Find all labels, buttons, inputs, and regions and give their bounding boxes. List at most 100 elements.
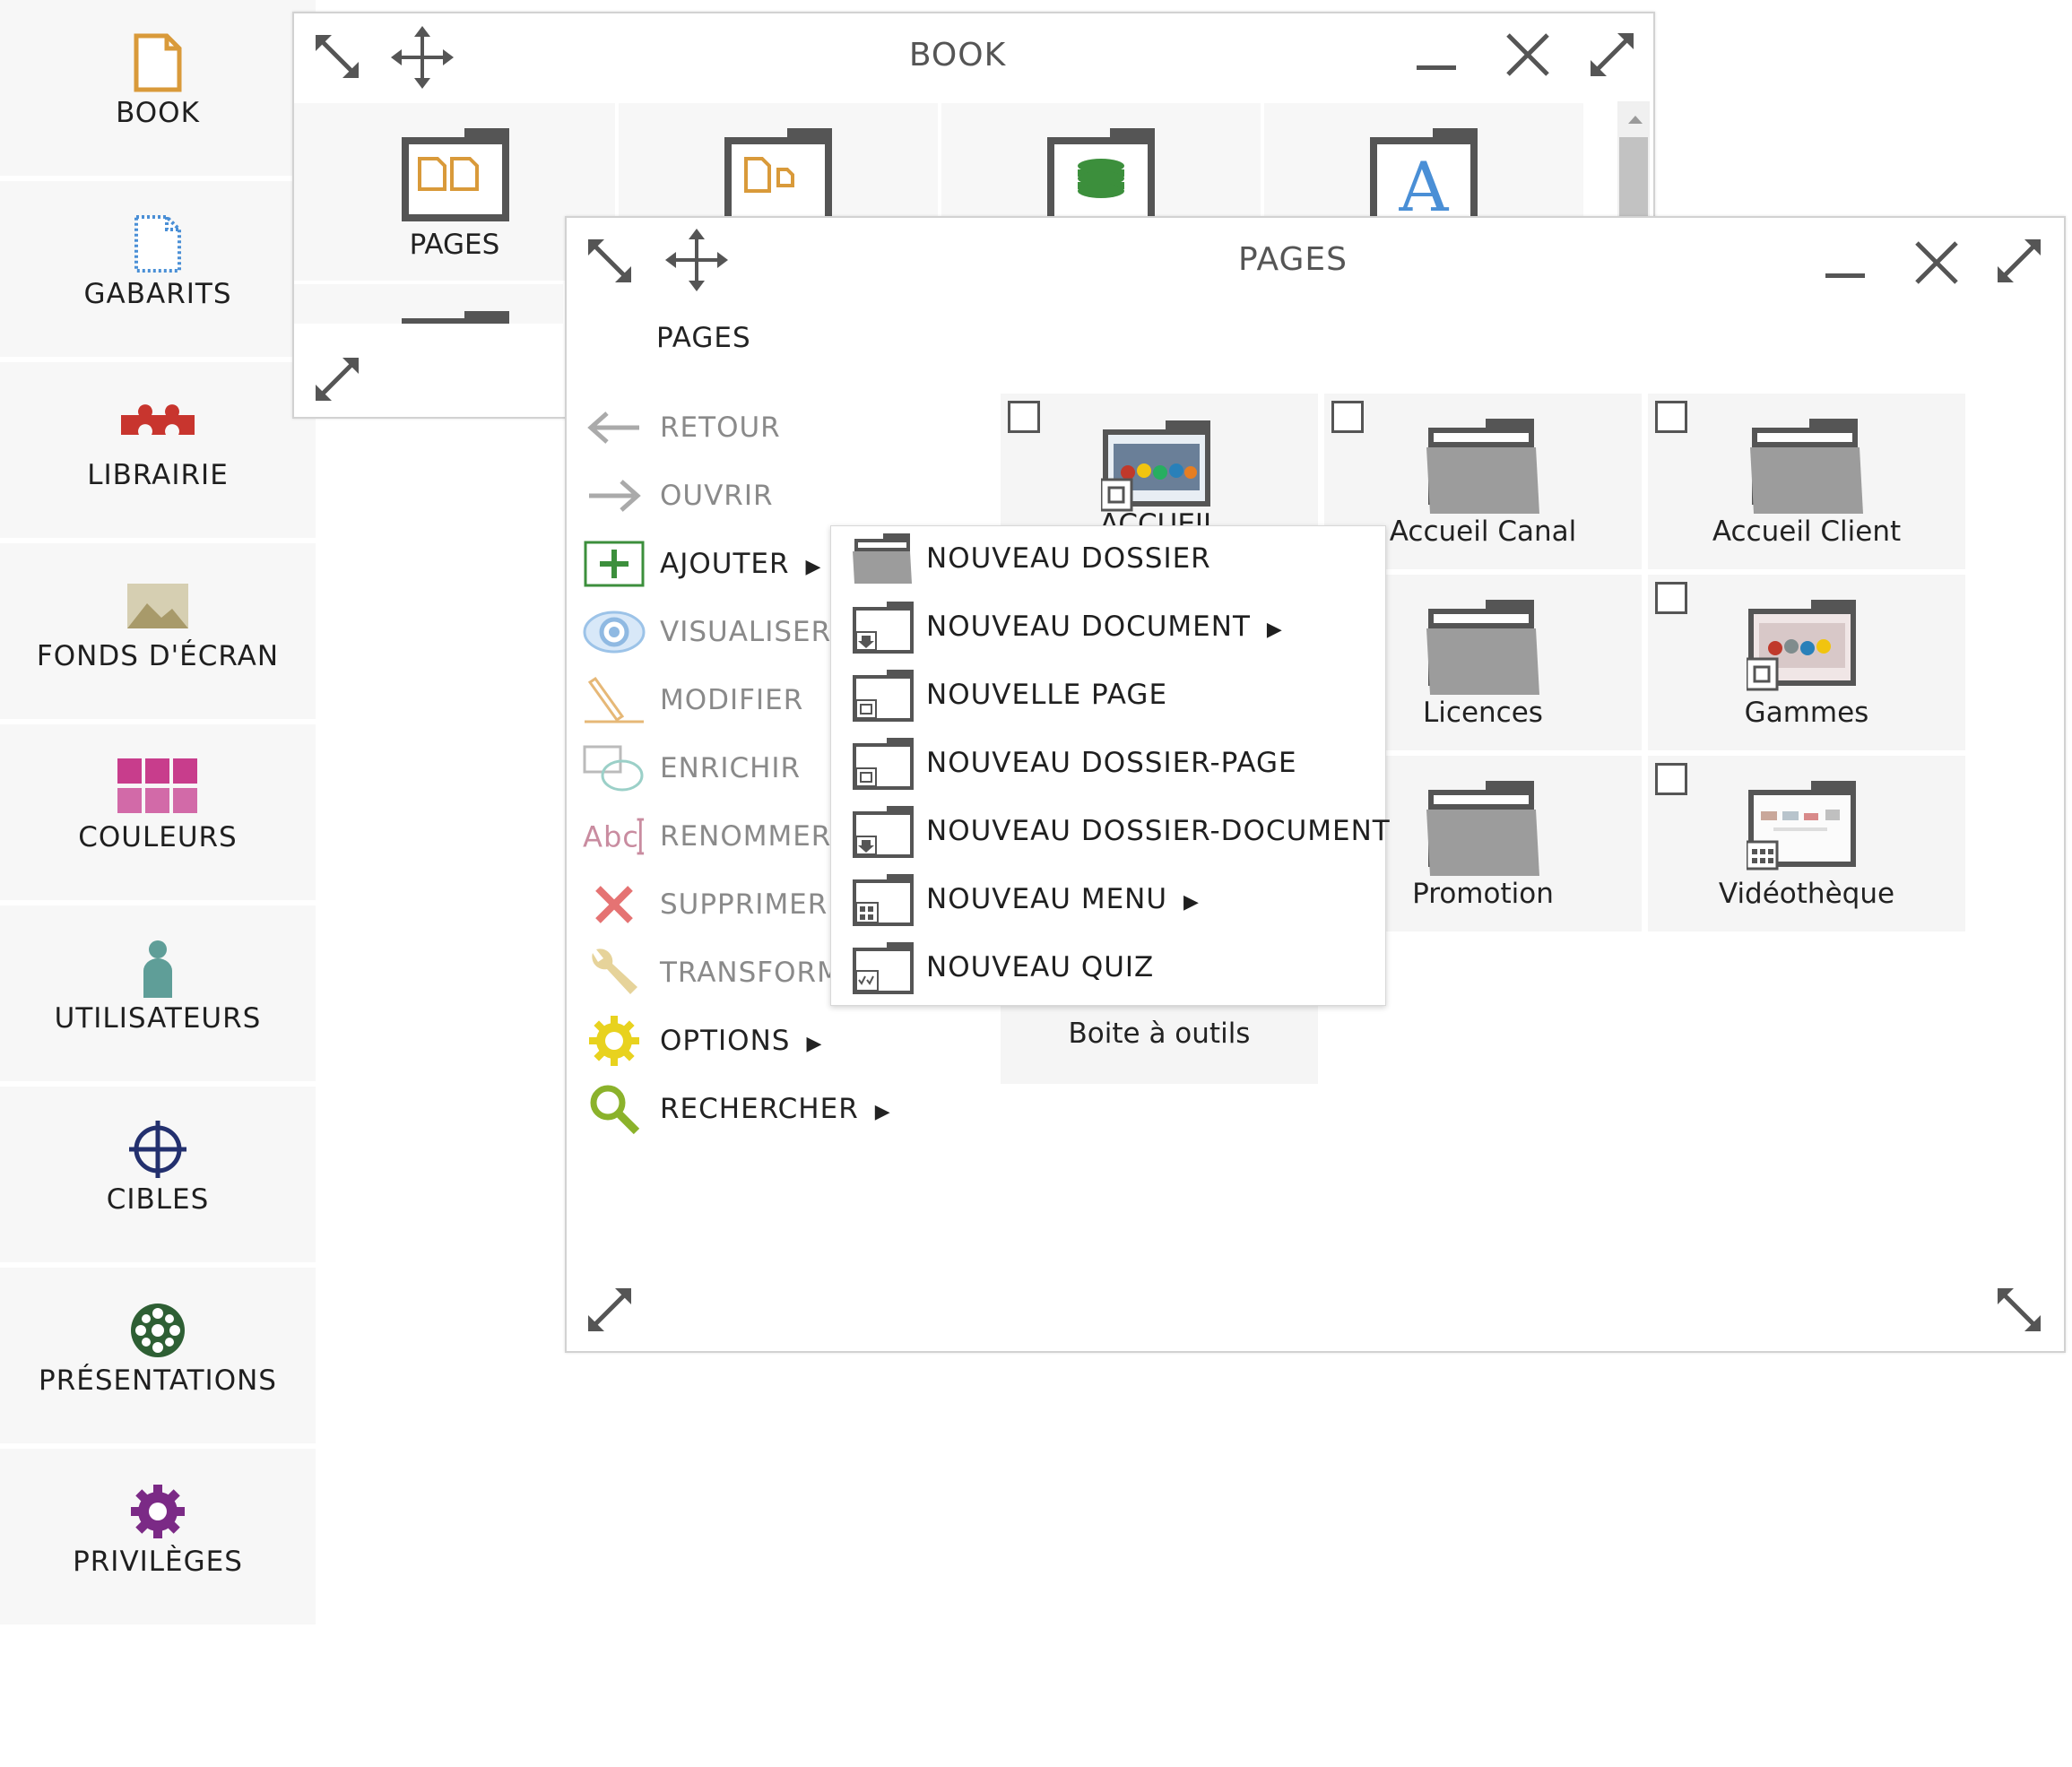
list-item-accueil-client[interactable]: Accueil Client	[1648, 394, 1965, 569]
minimize-icon[interactable]	[1417, 64, 1456, 73]
folder-icon	[851, 532, 914, 589]
item-checkbox[interactable]	[1655, 582, 1687, 614]
resize-corner-icon[interactable]	[585, 1285, 635, 1335]
menu-item-label: AJOUTER ▶	[660, 548, 822, 580]
submenu-item-label: NOUVEAU DOCUMENT ▶	[926, 611, 1283, 643]
document-icon	[0, 27, 316, 99]
database-folder-icon	[1045, 126, 1157, 229]
submenu-item-label: NOUVEAU MENU ▶	[926, 883, 1200, 915]
book-tile-fonts[interactable]: A	[1264, 103, 1583, 227]
resize-corner-icon[interactable]	[1994, 1285, 2044, 1335]
gear-icon	[0, 1476, 316, 1547]
new-document-icon	[851, 600, 915, 659]
menu-item-label: OPTIONS ▶	[660, 1025, 823, 1057]
menu-item-label: OUVRIR	[660, 480, 774, 512]
sidebar-item-label: UTILISATEURS	[54, 1002, 262, 1035]
move-icon[interactable]	[665, 229, 728, 291]
menu-item-label: ENRICHIR	[660, 752, 802, 784]
font-folder-icon: A	[1368, 126, 1479, 229]
sidebar-item-cibles[interactable]: CIBLES	[0, 1087, 316, 1262]
submenu-item-label: NOUVEAU QUIZ	[926, 951, 1155, 983]
add-icon	[583, 537, 646, 591]
new-page-icon	[851, 668, 915, 727]
arrow-left-icon	[583, 401, 646, 455]
template-icon	[0, 208, 316, 280]
move-icon[interactable]	[391, 26, 454, 89]
new-page-folder-icon	[851, 736, 915, 795]
submenu-item-nouveau-document[interactable]: NOUVEAU DOCUMENT ▶	[831, 594, 1385, 663]
item-label: Accueil Client	[1712, 515, 1902, 548]
submenu-item-label: NOUVEAU DOSSIER-PAGE	[926, 747, 1297, 779]
sidebar-item-privileges[interactable]: PRIVILÈGES	[0, 1449, 316, 1624]
puzzle-icon	[0, 389, 316, 461]
search-icon	[583, 1082, 646, 1136]
delete-icon	[583, 878, 646, 931]
svg-text:A: A	[1399, 147, 1450, 225]
sidebar-item-label: LIBRAIRIE	[87, 459, 229, 491]
submenu-item-nouveau-dossier-page[interactable]: NOUVEAU DOSSIER-PAGE	[831, 731, 1385, 799]
new-menu-icon	[851, 872, 915, 931]
list-item-gammes[interactable]: Gammes	[1648, 575, 1965, 750]
submenu-item-nouveau-dossier[interactable]: NOUVEAU DOSSIER	[831, 526, 1385, 594]
sidebar-item-couleurs[interactable]: COULEURS	[0, 724, 316, 900]
sidebar-item-label: PRÉSENTATIONS	[39, 1364, 277, 1397]
crosshair-icon	[0, 1113, 316, 1185]
resize-diagonal-icon[interactable]	[312, 31, 362, 82]
sidebar-item-fonds-ecran[interactable]: FONDS D'ÉCRAN	[0, 543, 316, 719]
scroll-thumb[interactable]	[1619, 137, 1648, 227]
resize-diagonal-icon[interactable]	[585, 236, 635, 286]
submenu-item-nouveau-menu[interactable]: NOUVEAU MENU ▶	[831, 867, 1385, 935]
close-icon[interactable]	[1913, 239, 1960, 286]
maximize-icon[interactable]	[1587, 30, 1637, 80]
menu-item-label: RENOMMER	[660, 820, 832, 853]
scroll-up-icon[interactable]	[1628, 116, 1643, 124]
sidebar-item-book[interactable]: BOOK	[0, 0, 316, 176]
list-item-videotheque[interactable]: Vidéothèque	[1648, 756, 1965, 931]
resize-corner-icon[interactable]	[312, 354, 362, 404]
arrow-right-icon	[583, 469, 646, 523]
pen-icon	[583, 673, 646, 727]
item-label: Vidéothèque	[1718, 878, 1895, 910]
book-tile-database[interactable]	[941, 103, 1261, 225]
options-gear-icon	[583, 1014, 646, 1068]
sidebar-item-label: BOOK	[116, 97, 200, 129]
folder-icon	[1324, 417, 1642, 515]
sidebar-item-gabarits[interactable]: GABARITS	[0, 181, 316, 357]
minimize-icon[interactable]	[1825, 272, 1865, 281]
sidebar-item-utilisateurs[interactable]: UTILISATEURS	[0, 905, 316, 1081]
sidebar-item-librairie[interactable]: LIBRAIRIE	[0, 362, 316, 538]
sidebar-item-presentations[interactable]: PRÉSENTATIONS	[0, 1268, 316, 1443]
close-icon[interactable]	[1504, 31, 1551, 78]
menu-folder-icon	[1745, 779, 1858, 890]
submenu-arrow: ▶	[1266, 619, 1283, 641]
scrollbar[interactable]	[1617, 101, 1650, 227]
user-icon	[0, 932, 316, 1004]
enrich-icon	[583, 741, 646, 795]
menu-item-label: RECHERCHER ▶	[660, 1093, 891, 1125]
menu-item-label: MODIFIER	[660, 684, 804, 716]
sidebar-item-label: CIBLES	[106, 1183, 210, 1216]
submenu-item-label: NOUVELLE PAGE	[926, 679, 1168, 711]
wheel-icon	[0, 1295, 316, 1366]
svg-text:Abc: Abc	[583, 819, 639, 853]
submenu-item-nouveau-quiz[interactable]: NOUVEAU QUIZ	[831, 935, 1385, 1003]
item-checkbox[interactable]	[1008, 401, 1040, 433]
add-submenu: NOUVEAU DOSSIER NOUVEAU DOCUMENT ▶ NOUVEL…	[830, 525, 1390, 1006]
book-tile-partial[interactable]	[294, 284, 563, 324]
page-folder-icon	[1745, 598, 1858, 709]
book-tile-documents[interactable]	[619, 103, 938, 225]
palette-icon	[0, 751, 316, 823]
submenu-item-nouvelle-page[interactable]: NOUVELLE PAGE	[831, 663, 1385, 731]
submenu-arrow: ▶	[806, 1033, 823, 1055]
maximize-icon[interactable]	[1994, 236, 2044, 286]
sidebar-item-label: COULEURS	[78, 821, 238, 853]
window-title: PAGES	[1238, 241, 1348, 278]
new-document-folder-icon	[851, 804, 915, 863]
sidebar-item-label: FONDS D'ÉCRAN	[36, 640, 280, 672]
folder-icon	[400, 309, 511, 327]
submenu-item-nouveau-dossier-document[interactable]: NOUVEAU DOSSIER-DOCUMENT	[831, 799, 1390, 867]
submenu-arrow: ▶	[874, 1101, 891, 1123]
breadcrumb[interactable]: PAGES	[656, 322, 751, 354]
item-checkbox[interactable]	[1655, 763, 1687, 795]
window-title: BOOK	[908, 37, 1007, 74]
